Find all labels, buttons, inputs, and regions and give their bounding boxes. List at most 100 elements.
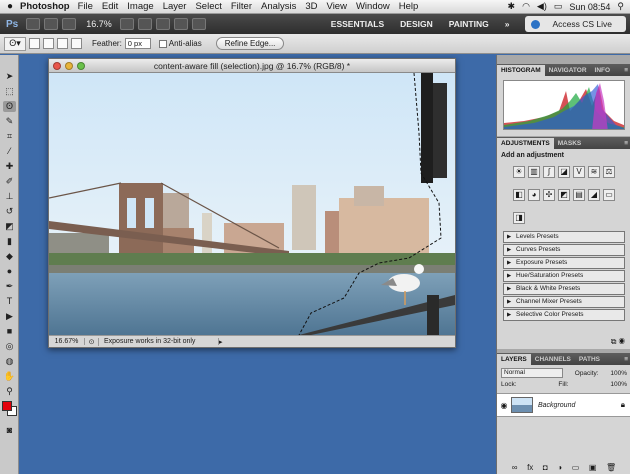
preset-hue-saturation[interactable]: Hue/Saturation Presets	[503, 270, 625, 282]
layer-name[interactable]: Background	[538, 402, 575, 409]
preset-channel-mixer[interactable]: Channel Mixer Presets	[503, 296, 625, 308]
preset-levels[interactable]: Levels Presets	[503, 231, 625, 243]
pen-tool-icon[interactable]: ✒	[3, 281, 16, 292]
minibridge-icon[interactable]	[44, 18, 59, 30]
new-layer-icon[interactable]: ▣	[589, 463, 597, 472]
image-canvas[interactable]	[49, 73, 455, 335]
zoom-level[interactable]: 16.7%	[86, 19, 112, 29]
quick-selection-tool-icon[interactable]: ✎	[3, 116, 16, 127]
workspace-essentials[interactable]: ESSENTIALS	[323, 19, 392, 29]
curves-icon[interactable]: ∫	[543, 166, 555, 178]
rotate-view-icon[interactable]	[155, 18, 170, 30]
3d-orbit-tool-icon[interactable]: ◍	[3, 356, 16, 367]
hue-saturation-icon[interactable]: ≋	[588, 166, 600, 178]
zoom-tool-icon[interactable]: ⚲	[3, 386, 16, 397]
move-tool-icon[interactable]: ➤	[3, 71, 16, 82]
menu-analysis[interactable]: Analysis	[261, 1, 296, 12]
bluetooth-icon[interactable]: ✱	[508, 1, 516, 12]
cs-live-button[interactable]: Access CS Live	[525, 16, 626, 32]
menu-filter[interactable]: Filter	[231, 1, 252, 12]
preset-selective-color[interactable]: Selective Color Presets	[503, 309, 625, 321]
healing-brush-tool-icon[interactable]: ✚	[3, 161, 16, 172]
preset-curves[interactable]: Curves Presets	[503, 244, 625, 256]
invert-icon[interactable]: ◩	[558, 189, 570, 201]
blur-tool-icon[interactable]: ◆	[3, 251, 16, 262]
preset-black-white[interactable]: Black & White Presets	[503, 283, 625, 295]
intersect-selection-icon[interactable]	[71, 38, 82, 49]
workspace-design[interactable]: DESIGN	[392, 19, 441, 29]
tab-histogram[interactable]: HISTOGRAM	[497, 65, 545, 76]
fx-icon[interactable]: fx	[527, 463, 533, 472]
3d-rotate-tool-icon[interactable]: ◎	[3, 341, 16, 352]
tab-paths[interactable]: PATHS	[575, 354, 604, 365]
visibility-eye-icon[interactable]: ◉	[497, 401, 511, 410]
posterize-icon[interactable]: ▤	[573, 189, 585, 201]
antialias-checkbox[interactable]	[158, 39, 167, 48]
eraser-tool-icon[interactable]: ◩	[3, 221, 16, 232]
clone-stamp-tool-icon[interactable]: ⊥	[3, 191, 16, 202]
apple-menu-icon[interactable]: ●	[0, 1, 20, 12]
channel-mixer-icon[interactable]: ✣	[543, 189, 555, 201]
menu-window[interactable]: Window	[356, 1, 390, 12]
refine-edge-button[interactable]: Refine Edge...	[215, 37, 285, 50]
menu-layer[interactable]: Layer	[163, 1, 187, 12]
clip-to-layer-icon[interactable]: ⧉ ◉	[611, 337, 625, 347]
hand-tool-icon[interactable]	[119, 18, 134, 30]
status-info-icon[interactable]: ⊙	[85, 337, 99, 346]
exposure-icon[interactable]: ◪	[558, 166, 570, 178]
spotlight-icon[interactable]: ⚲	[617, 1, 624, 12]
status-menu-arrow-icon[interactable]: ▸	[219, 338, 223, 346]
marquee-tool-icon[interactable]: ⬚	[3, 86, 16, 97]
threshold-icon[interactable]: ◢	[588, 189, 600, 201]
view-extras-icon[interactable]	[62, 18, 77, 30]
add-mask-icon[interactable]: ◘	[543, 463, 548, 472]
wifi-icon[interactable]: ◠	[522, 1, 530, 12]
lasso-preset-icon[interactable]: ʘ▾	[4, 36, 26, 51]
panel-menu-icon[interactable]: ≡	[620, 354, 630, 365]
brightness-contrast-icon[interactable]: ☀	[513, 166, 525, 178]
new-selection-icon[interactable]	[29, 38, 40, 49]
dodge-tool-icon[interactable]: ●	[3, 266, 16, 277]
doc-zoom-field[interactable]: 16.67%	[49, 338, 85, 345]
path-selection-tool-icon[interactable]: ▶	[3, 311, 16, 322]
levels-icon[interactable]: ▥	[528, 166, 540, 178]
foreground-color-swatch[interactable]	[2, 401, 12, 411]
tab-info[interactable]: INFO	[591, 65, 615, 76]
selective-color-icon[interactable]: ◨	[513, 212, 525, 224]
brush-tool-icon[interactable]: ✐	[3, 176, 16, 187]
tab-channels[interactable]: CHANNELS	[531, 354, 575, 365]
menu-file[interactable]: File	[78, 1, 93, 12]
layer-row-background[interactable]: ◉ Background 🔒︎	[497, 393, 630, 417]
delete-layer-icon[interactable]: 🗑︎	[606, 463, 616, 472]
battery-icon[interactable]: ▭	[554, 1, 563, 12]
workspace-painting[interactable]: PAINTING	[441, 19, 497, 29]
tab-masks[interactable]: MASKS	[554, 138, 585, 149]
tab-layers[interactable]: LAYERS	[497, 354, 531, 365]
panel-menu-icon[interactable]: ≡	[620, 138, 630, 149]
screen-mode-icon[interactable]	[191, 18, 206, 30]
menu-edit[interactable]: Edit	[102, 1, 118, 12]
bridge-icon[interactable]	[26, 18, 41, 30]
menu-select[interactable]: Select	[195, 1, 221, 12]
photo-filter-icon[interactable]: ◕	[528, 189, 540, 201]
preset-exposure[interactable]: Exposure Presets	[503, 257, 625, 269]
shape-tool-icon[interactable]: ■	[3, 326, 16, 337]
type-tool-icon[interactable]: T	[3, 296, 16, 307]
quick-mask-icon[interactable]: ◙	[3, 425, 16, 436]
volume-icon[interactable]: ◀)	[537, 1, 547, 12]
blend-mode-select[interactable]: Normal	[501, 368, 563, 378]
more-workspaces-icon[interactable]: »	[497, 19, 518, 29]
document-titlebar[interactable]: content-aware fill (selection).jpg @ 16.…	[49, 59, 455, 73]
history-brush-tool-icon[interactable]: ↺	[3, 206, 16, 217]
menu-image[interactable]: Image	[127, 1, 153, 12]
crop-tool-icon[interactable]: ⌗	[3, 131, 16, 142]
menu-3d[interactable]: 3D	[305, 1, 317, 12]
tab-adjustments[interactable]: ADJUSTMENTS	[497, 138, 554, 149]
gradient-tool-icon[interactable]: ▮	[3, 236, 16, 247]
status-text[interactable]: Exposure works in 32-bit only	[99, 338, 219, 345]
black-white-icon[interactable]: ◧	[513, 189, 525, 201]
fill-value[interactable]: 100%	[610, 381, 627, 388]
lasso-tool-icon[interactable]: ʘ	[3, 101, 16, 112]
opacity-value[interactable]: 100%	[610, 370, 627, 377]
menu-view[interactable]: View	[327, 1, 347, 12]
